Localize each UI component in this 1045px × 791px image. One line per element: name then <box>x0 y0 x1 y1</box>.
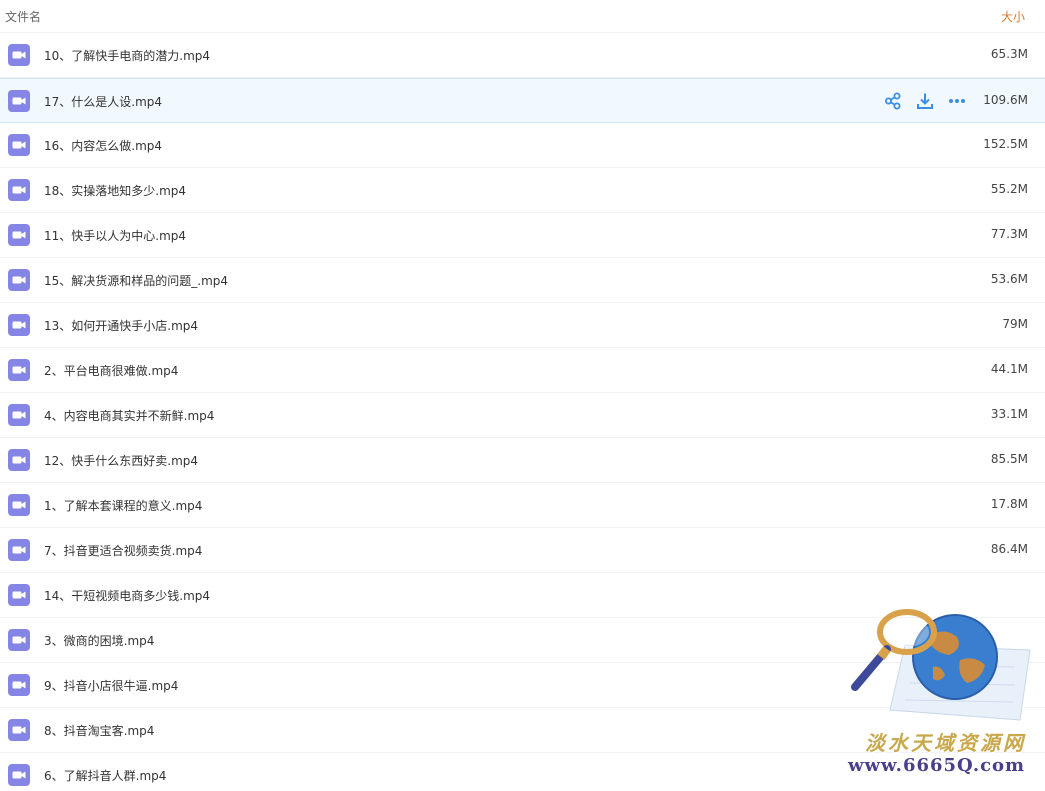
file-row[interactable]: 17、什么是人设.mp4 109.6M <box>0 78 1045 123</box>
video-file-icon <box>8 90 30 112</box>
share-icon[interactable] <box>884 92 902 110</box>
video-file-icon <box>8 539 30 561</box>
column-header-name[interactable]: 文件名 <box>5 8 41 25</box>
file-row[interactable]: 7、抖音更适合视频卖货.mp4 86.4M <box>0 528 1045 573</box>
file-row[interactable]: 18、实操落地知多少.mp4 55.2M <box>0 168 1045 213</box>
video-file-icon <box>8 224 30 246</box>
file-name[interactable]: 14、干短视频电商多少钱.mp4 <box>44 587 210 604</box>
file-name[interactable]: 18、实操落地知多少.mp4 <box>44 182 186 199</box>
video-file-icon <box>8 179 30 201</box>
file-row[interactable]: 8、抖音淘宝客.mp4 <box>0 708 1045 753</box>
file-size: 55.2M <box>990 182 1028 196</box>
more-icon[interactable] <box>948 92 966 110</box>
file-name[interactable]: 15、解决货源和样品的问题_.mp4 <box>44 272 228 289</box>
file-list-header: 文件名 大小 <box>0 0 1045 33</box>
file-row[interactable]: 10、了解快手电商的潜力.mp4 65.3M <box>0 33 1045 78</box>
download-icon[interactable] <box>916 92 934 110</box>
video-file-icon <box>8 404 30 426</box>
video-file-icon <box>8 584 30 606</box>
file-name[interactable]: 2、平台电商很难做.mp4 <box>44 362 178 379</box>
video-file-icon <box>8 269 30 291</box>
file-row[interactable]: 6、了解抖音人群.mp4 <box>0 753 1045 791</box>
file-size: 77.3M <box>990 227 1028 241</box>
file-list: 10、了解快手电商的潜力.mp4 65.3M 17、什么是人设.mp4 109.6M 1… <box>0 33 1045 791</box>
video-file-icon <box>8 629 30 651</box>
file-row[interactable]: 9、抖音小店很牛逼.mp4 <box>0 663 1045 708</box>
file-size: 109.6M <box>983 93 1028 107</box>
file-size: 33.1M <box>990 407 1028 421</box>
file-name[interactable]: 9、抖音小店很牛逼.mp4 <box>44 677 178 694</box>
file-name[interactable]: 1、了解本套课程的意义.mp4 <box>44 497 202 514</box>
file-row[interactable]: 3、微商的困境.mp4 <box>0 618 1045 663</box>
file-row[interactable]: 12、快手什么东西好卖.mp4 85.5M <box>0 438 1045 483</box>
video-file-icon <box>8 359 30 381</box>
file-name[interactable]: 6、了解抖音人群.mp4 <box>44 767 166 784</box>
video-file-icon <box>8 449 30 471</box>
file-list-page: 文件名 大小 10、了解快手电商的潜力.mp4 65.3M 17、什么是人设.mp4… <box>0 0 1045 791</box>
file-name[interactable]: 12、快手什么东西好卖.mp4 <box>44 452 198 469</box>
file-size: 17.8M <box>990 497 1028 511</box>
video-file-icon <box>8 674 30 696</box>
video-file-icon <box>8 719 30 741</box>
file-name[interactable]: 17、什么是人设.mp4 <box>44 93 162 110</box>
video-file-icon <box>8 44 30 66</box>
file-row[interactable]: 2、平台电商很难做.mp4 44.1M <box>0 348 1045 393</box>
file-name[interactable]: 11、快手以人为中心.mp4 <box>44 227 186 244</box>
file-row[interactable]: 11、快手以人为中心.mp4 77.3M <box>0 213 1045 258</box>
file-size: 44.1M <box>990 362 1028 376</box>
file-row[interactable]: 15、解决货源和样品的问题_.mp4 53.6M <box>0 258 1045 303</box>
video-file-icon <box>8 134 30 156</box>
file-name[interactable]: 3、微商的困境.mp4 <box>44 632 154 649</box>
video-file-icon <box>8 494 30 516</box>
file-name[interactable]: 7、抖音更适合视频卖货.mp4 <box>44 542 202 559</box>
file-name[interactable]: 10、了解快手电商的潜力.mp4 <box>44 47 210 64</box>
file-name[interactable]: 13、如何开通快手小店.mp4 <box>44 317 198 334</box>
file-row[interactable]: 14、干短视频电商多少钱.mp4 <box>0 573 1045 618</box>
row-actions <box>884 92 966 110</box>
file-size: 53.6M <box>990 272 1028 286</box>
file-name[interactable]: 8、抖音淘宝客.mp4 <box>44 722 154 739</box>
file-size: 65.3M <box>990 47 1028 61</box>
file-size: 85.5M <box>990 452 1028 466</box>
column-header-size[interactable]: 大小 <box>1001 8 1025 25</box>
file-row[interactable]: 4、内容电商其实并不新鲜.mp4 33.1M <box>0 393 1045 438</box>
file-row[interactable]: 1、了解本套课程的意义.mp4 17.8M <box>0 483 1045 528</box>
video-file-icon <box>8 764 30 786</box>
file-row[interactable]: 16、内容怎么做.mp4 152.5M <box>0 123 1045 168</box>
file-size: 152.5M <box>983 137 1028 151</box>
file-name[interactable]: 4、内容电商其实并不新鲜.mp4 <box>44 407 214 424</box>
file-row[interactable]: 13、如何开通快手小店.mp4 79M <box>0 303 1045 348</box>
video-file-icon <box>8 314 30 336</box>
file-name[interactable]: 16、内容怎么做.mp4 <box>44 137 162 154</box>
file-size: 79M <box>1002 317 1028 331</box>
file-size: 86.4M <box>990 542 1028 556</box>
